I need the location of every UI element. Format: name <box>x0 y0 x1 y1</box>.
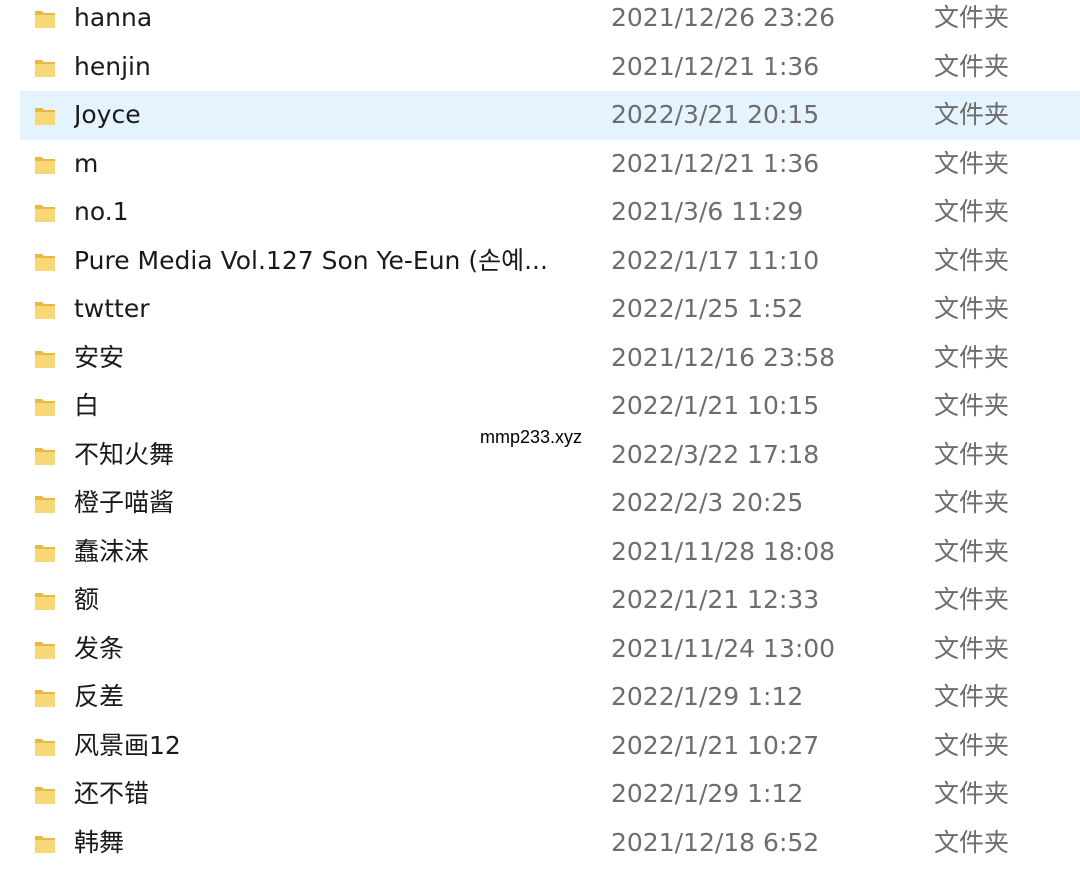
folder-icon <box>33 347 57 371</box>
folder-icon <box>33 832 57 856</box>
modified-date: 2021/12/18 6:52 <box>611 827 820 857</box>
folder-icon <box>33 56 57 80</box>
modified-date: 2021/11/28 18:08 <box>611 536 836 566</box>
watermark-text: mmp233.xyz <box>480 427 583 447</box>
folder-icon <box>33 153 57 177</box>
item-type: 文件夹 <box>934 779 1010 808</box>
folder-icon <box>33 492 57 516</box>
item-type: 文件夹 <box>934 148 1010 178</box>
folder-name[interactable]: 不知火舞 <box>74 431 174 480</box>
item-type: 文件夹 <box>934 391 1010 420</box>
folder-icon <box>33 686 57 710</box>
folder-name[interactable]: henjin <box>74 43 151 92</box>
folder-name[interactable]: Joyce <box>74 91 141 140</box>
folder-name[interactable]: Pure Media Vol.127 Son Ye-Eun (손예... <box>74 237 548 286</box>
folder-name[interactable]: 橙子喵酱 <box>74 479 174 528</box>
selection-highlight <box>20 91 1080 140</box>
folder-name[interactable]: 安安 <box>74 334 124 383</box>
folder-icon <box>33 541 57 565</box>
folder-icon <box>33 201 57 225</box>
item-type: 文件夹 <box>934 342 1010 372</box>
item-type: 文件夹 <box>934 197 1010 226</box>
modified-date: 2021/12/21 1:36 <box>611 51 820 81</box>
folder-row[interactable]: no.1 2021/3/6 11:29 文件夹 <box>0 188 1080 237</box>
folder-icon <box>33 638 57 662</box>
modified-date: 2022/1/21 10:27 <box>611 730 820 760</box>
modified-date: 2022/1/17 11:10 <box>611 245 820 275</box>
item-type: 文件夹 <box>934 51 1010 81</box>
folder-icon <box>33 298 57 322</box>
modified-date: 2022/1/29 1:12 <box>611 682 804 711</box>
folder-row[interactable]: Joyce 2022/3/21 20:15 文件夹 <box>0 91 1080 140</box>
item-type: 文件夹 <box>934 633 1010 663</box>
folder-row[interactable]: 反差 2022/1/29 1:12 文件夹 <box>0 673 1080 722</box>
item-type: 文件夹 <box>934 536 1010 566</box>
modified-date: 2022/1/21 12:33 <box>611 585 820 614</box>
item-type: 文件夹 <box>934 100 1010 129</box>
folder-name[interactable]: no.1 <box>74 188 129 237</box>
folder-name[interactable]: 韩舞 <box>74 819 124 868</box>
folder-row[interactable]: 橙子喵酱 2022/2/3 20:25 文件夹 <box>0 479 1080 528</box>
folder-icon <box>33 7 57 31</box>
folder-icon <box>33 589 57 613</box>
item-type: 文件夹 <box>934 294 1010 323</box>
folder-icon <box>33 444 57 468</box>
folder-icon <box>33 783 57 807</box>
folder-name[interactable]: m <box>74 140 98 189</box>
folder-name[interactable]: 额 <box>74 576 99 625</box>
folder-icon <box>33 395 57 419</box>
folder-name[interactable]: twtter <box>74 285 150 334</box>
modified-date: 2022/1/21 10:15 <box>611 391 820 420</box>
item-type: 文件夹 <box>934 3 1010 32</box>
folder-name[interactable]: hanna <box>74 0 152 43</box>
folder-row[interactable]: m 2021/12/21 1:36 文件夹 <box>0 140 1080 189</box>
folder-row[interactable]: twtter 2022/1/25 1:52 文件夹 <box>0 285 1080 334</box>
folder-name[interactable]: 反差 <box>74 673 124 722</box>
folder-name[interactable]: 还不错 <box>74 770 149 819</box>
modified-date: 2021/12/16 23:58 <box>611 342 836 372</box>
item-type: 文件夹 <box>934 245 1010 275</box>
item-type: 文件夹 <box>934 730 1010 760</box>
folder-row[interactable]: 发条 2021/11/24 13:00 文件夹 <box>0 625 1080 674</box>
item-type: 文件夹 <box>934 585 1010 614</box>
folder-row[interactable]: 白 2022/1/21 10:15 文件夹 <box>0 382 1080 431</box>
folder-row[interactable]: 还不错 2022/1/29 1:12 文件夹 <box>0 770 1080 819</box>
modified-date: 2022/1/25 1:52 <box>611 294 804 323</box>
folder-name[interactable]: 蠢沫沫 <box>74 528 149 577</box>
modified-date: 2022/3/21 20:15 <box>611 100 820 129</box>
folder-row[interactable]: 安安 2021/12/16 23:58 文件夹 <box>0 334 1080 383</box>
folder-icon <box>33 104 57 128</box>
folder-icon <box>33 735 57 759</box>
folder-row[interactable]: 风景画12 2022/1/21 10:27 文件夹 <box>0 722 1080 771</box>
item-type: 文件夹 <box>934 488 1010 517</box>
folder-name[interactable]: 风景画12 <box>74 722 181 771</box>
folder-row[interactable]: 韩舞 2021/12/18 6:52 文件夹 <box>0 819 1080 868</box>
modified-date: 2022/1/29 1:12 <box>611 779 804 808</box>
folder-row[interactable]: Pure Media Vol.127 Son Ye-Eun (손예... 2022… <box>0 237 1080 286</box>
folder-name[interactable]: 发条 <box>74 625 124 674</box>
modified-date: 2021/12/21 1:36 <box>611 148 820 178</box>
modified-date: 2022/3/22 17:18 <box>611 439 820 469</box>
modified-date: 2021/12/26 23:26 <box>611 3 836 32</box>
item-type: 文件夹 <box>934 439 1010 469</box>
folder-icon <box>33 250 57 274</box>
modified-date: 2022/2/3 20:25 <box>611 488 804 517</box>
folder-name[interactable]: 白 <box>74 382 99 431</box>
folder-row[interactable]: 蠢沫沫 2021/11/28 18:08 文件夹 <box>0 528 1080 577</box>
item-type: 文件夹 <box>934 827 1010 857</box>
folder-row[interactable]: 额 2022/1/21 12:33 文件夹 <box>0 576 1080 625</box>
folder-row[interactable]: hanna 2021/12/26 23:26 文件夹 <box>0 0 1080 43</box>
folder-row[interactable]: henjin 2021/12/21 1:36 文件夹 <box>0 43 1080 92</box>
modified-date: 2021/11/24 13:00 <box>611 633 836 663</box>
item-type: 文件夹 <box>934 682 1010 711</box>
modified-date: 2021/3/6 11:29 <box>611 197 804 226</box>
